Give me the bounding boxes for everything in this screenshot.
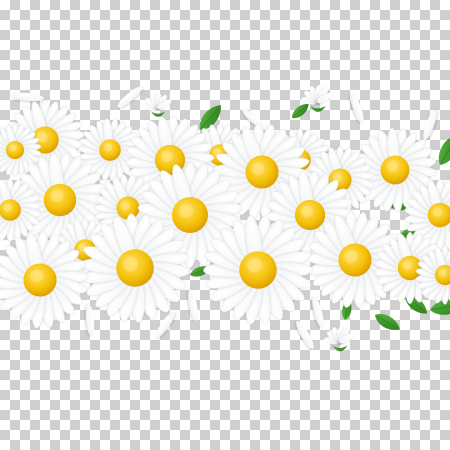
daisies-layer <box>0 99 450 329</box>
leaf <box>375 314 400 331</box>
loose-petal <box>12 92 44 102</box>
daisy-bud <box>324 325 355 352</box>
checkerboard-background <box>0 0 450 450</box>
loose-petal <box>296 321 314 349</box>
daisy-border-illustration <box>0 84 450 352</box>
loose-petal <box>85 304 95 336</box>
loose-petal <box>350 92 364 124</box>
loose-petal <box>188 289 198 321</box>
loose-petal <box>423 109 437 141</box>
daisy-bud <box>143 92 172 117</box>
loose-petal <box>312 296 324 328</box>
loose-petal <box>117 86 143 108</box>
leaf <box>438 133 450 165</box>
